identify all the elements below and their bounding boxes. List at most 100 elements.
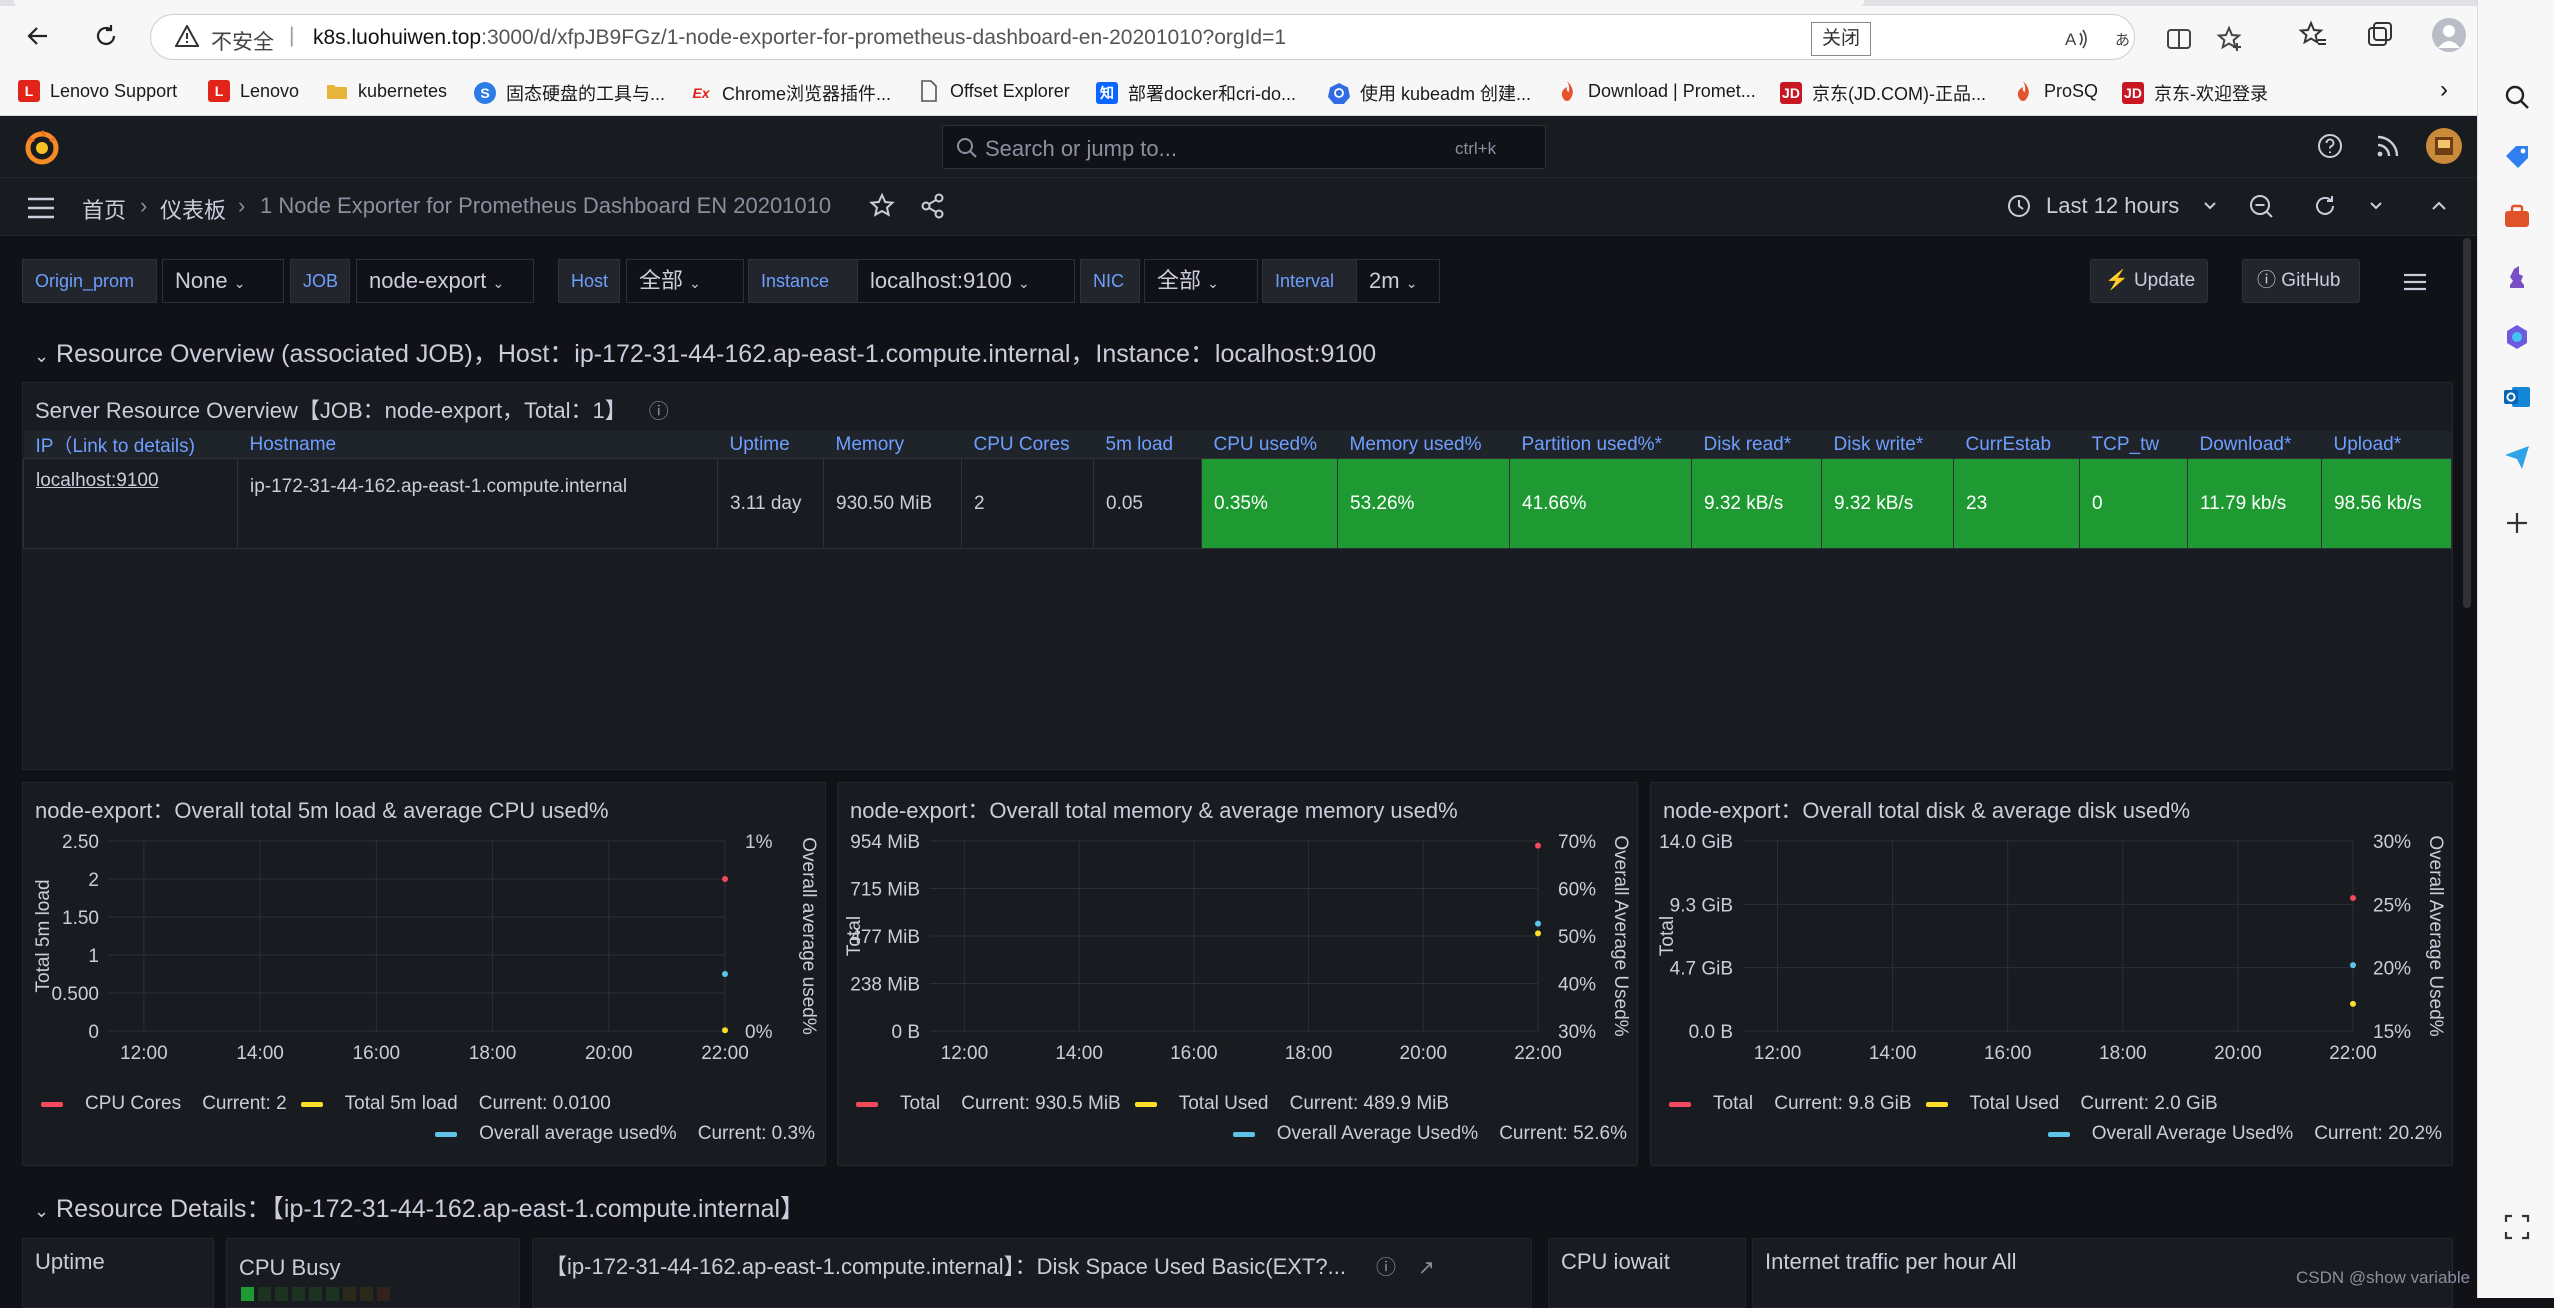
column-header[interactable]: TCP_tw [2079,431,2188,459]
column-header[interactable]: IP（Link to details) [23,431,238,459]
favorites-icon[interactable] [2298,20,2328,50]
column-header[interactable]: Hostname [237,431,718,459]
variable-select-interval[interactable]: 2m ⌄ [1356,259,1440,303]
bookmark-item[interactable]: JD 京东(JD.COM)-正品... [1780,80,1986,106]
legend-item[interactable]: Overall average used% Current: 0.3% [479,1123,815,1145]
games-icon[interactable] [2502,262,2532,292]
help-icon[interactable] [2316,132,2344,160]
copilot-icon[interactable] [2502,322,2532,352]
disk-chart[interactable]: 14.0 GiB 9.3 GiB 4.7 GiB 0.0 B 30% 25% 20% 15% 1… [1651,827,2454,1067]
legend-item[interactable]: Overall Average Used% Current: 52.6% [1277,1123,1627,1145]
column-header[interactable]: CPU used% [1201,431,1338,459]
insecure-label[interactable]: 不安全 [211,26,274,56]
share-icon[interactable] [919,192,947,220]
variable-select-host[interactable]: 全部 ⌄ [626,259,744,303]
bookmark-item[interactable]: L Lenovo [208,80,299,102]
memory-chart[interactable]: 954 MiB715 MiB477 MiB238 MiB0 B70%60%50%… [838,827,1639,1067]
column-header[interactable]: Uptime [717,431,824,459]
legend-item[interactable]: Total Current: 9.8 GiB [1713,1093,1912,1115]
collapse-chevron-up-icon[interactable] [2430,198,2448,214]
warning-icon[interactable] [175,25,199,47]
user-avatar[interactable] [2426,128,2462,164]
outlook-icon[interactable] [2502,382,2532,412]
bookmarks-overflow-chevron-icon[interactable]: › [2440,76,2448,104]
grafana-logo-icon[interactable] [24,128,60,166]
breadcrumb-home[interactable]: 首页 [82,193,126,225]
variable-label-nic: NIC [1080,259,1140,303]
column-header[interactable]: CPU Cores [961,431,1094,459]
back-icon[interactable] [18,16,58,56]
dashboard-links-menu-icon[interactable] [2402,272,2428,292]
read-aloud-icon[interactable]: A [2063,25,2091,53]
legend-item[interactable]: Overall Average Used% Current: 20.2% [2092,1123,2442,1145]
chevron-down-icon[interactable] [2202,198,2218,214]
refresh-dashboard-icon[interactable] [2312,193,2338,219]
url-text[interactable]: k8s.luohuiwen.top:3000/d/xfpJB9FGz/1-nod… [313,26,1286,50]
time-range-picker[interactable]: Last 12 hours [2046,193,2179,219]
legend-item[interactable]: CPU Cores Current: 2 [85,1093,287,1115]
column-header[interactable]: Upload* [2321,431,2452,459]
tools-icon[interactable] [2502,202,2532,232]
screenshot-icon[interactable] [2502,1212,2532,1242]
bookmark-item[interactable]: 知部署docker和cri-do... [1096,80,1296,106]
collections-icon[interactable] [2365,20,2395,50]
news-rss-icon[interactable] [2374,132,2402,160]
variable-select-job[interactable]: node-export ⌄ [356,259,534,303]
page-scrollbar[interactable] [2463,238,2471,608]
row-header-resource-details[interactable]: ⌄ Resource Details：【ip-172-31-44-162.ap-… [34,1189,805,1225]
star-icon[interactable] [868,192,896,220]
github-link-button[interactable]: ⓘ GitHub [2242,259,2360,303]
bookmark-item[interactable]: Offset Explorer [918,80,1070,102]
search-icon[interactable] [2502,82,2532,112]
legend-item[interactable]: Total Used Current: 489.9 MiB [1179,1093,1449,1115]
search-input[interactable]: Search or jump to... ctrl+k [942,125,1546,169]
bookmark-fire-icon [2012,80,2034,102]
bookmark-item[interactable]: ProSQ [2012,80,2098,102]
address-bar[interactable]: 不安全 | k8s.luohuiwen.top:3000/d/xfpJB9FGz… [150,14,2242,60]
add-favorite-icon[interactable] [2216,25,2244,53]
variable-select-origin-prom[interactable]: None ⌄ [162,259,284,303]
legend-item[interactable]: Total Current: 930.5 MiB [900,1093,1121,1115]
breadcrumb-dashboards[interactable]: 仪表板 [160,193,226,225]
profile-avatar-icon[interactable] [2432,18,2466,52]
refresh-icon[interactable] [86,16,126,56]
menu-icon[interactable] [26,196,56,220]
add-icon[interactable] [2502,508,2532,538]
column-header[interactable]: Memory [823,431,962,459]
shopping-tag-icon[interactable] [2502,142,2532,172]
resource-overview-table: IP（Link to details) Hostname Uptime Memory C… [23,431,2452,549]
column-header[interactable]: Disk read* [1691,431,1822,459]
column-header[interactable]: Download* [2187,431,2322,459]
bookmark-item[interactable]: kubernetes [326,80,447,102]
variable-select-instance[interactable]: localhost:9100 ⌄ [857,259,1075,303]
variable-select-nic[interactable]: 全部 ⌄ [1144,259,1258,303]
table-cell: 930.50 MiB [823,458,962,549]
column-header[interactable]: 5m load [1093,431,1202,459]
external-link-icon[interactable]: ↗ [1418,1257,1435,1279]
ip-detail-link[interactable]: localhost:9100 [23,458,238,549]
zoom-out-icon[interactable] [2248,193,2274,219]
row-header-resource-overview[interactable]: ⌄ Resource Overview (associated JOB)，Hos… [34,334,1376,370]
clock-icon[interactable] [2006,193,2032,219]
y-tick-label: 4.7 GiB [1670,959,1733,980]
load-cpu-chart[interactable]: 2.50 2 1.50 1 0.500 0 1% 0% 12:00 14:00 16:00 18:00… [23,827,827,1067]
column-header[interactable]: Partition used%* [1509,431,1692,459]
legend-item[interactable]: Total 5m load Current: 0.0100 [345,1093,611,1115]
column-header[interactable]: Memory used% [1337,431,1510,459]
column-header[interactable]: Disk write* [1821,431,1954,459]
update-button[interactable]: ⚡ Update [2090,259,2208,303]
info-icon[interactable]: ⓘ [649,401,669,423]
legend-item[interactable]: Total Used Current: 2.0 GiB [1970,1093,2218,1115]
refresh-interval-chevron-icon[interactable] [2368,198,2384,214]
bookmark-item[interactable]: Download | Promet... [1556,80,1756,102]
column-header[interactable]: CurrEstab [1953,431,2080,459]
bookmark-item[interactable]: Ex Chrome浏览器插件... [690,80,891,106]
bookmark-item[interactable]: S 固态硬盘的工具与... [474,80,665,106]
bookmark-item[interactable]: L Lenovo Support [18,80,177,102]
send-icon[interactable] [2502,442,2532,472]
translate-icon[interactable]: あ [2114,25,2142,53]
bookmark-item[interactable]: JD 京东-欢迎登录 [2122,80,2268,106]
split-screen-icon[interactable] [2165,25,2193,53]
info-icon[interactable]: ⓘ [1376,1257,1396,1279]
bookmark-item[interactable]: 使用 kubeadm 创建... [1328,80,1531,106]
